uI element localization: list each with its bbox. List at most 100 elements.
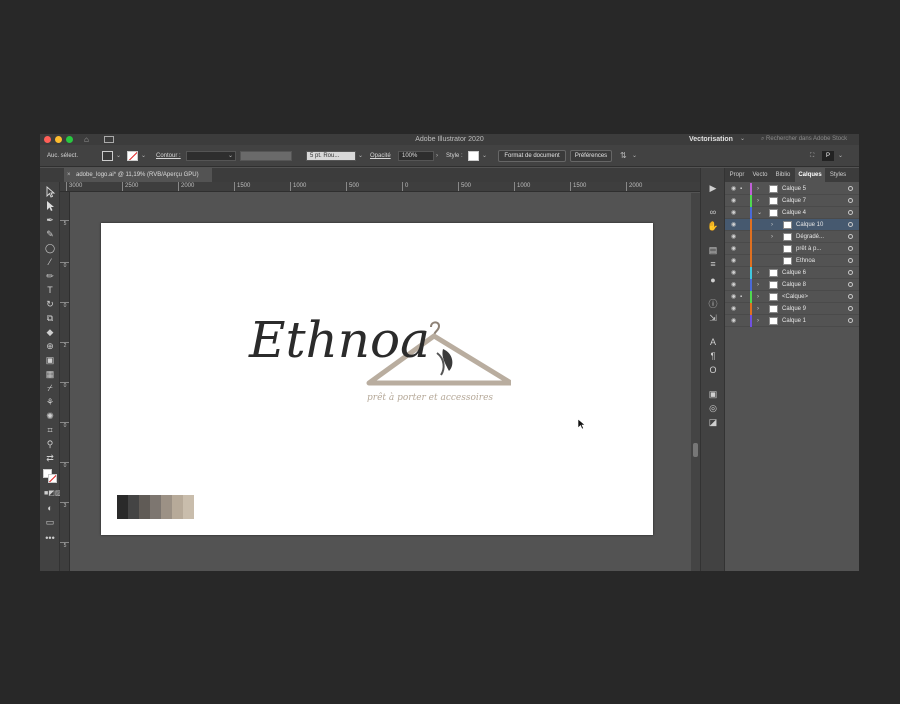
eyedropper-tool-icon[interactable]: ⌿ (44, 382, 56, 394)
brush-definition-field[interactable]: 5 pt. Rou... (306, 151, 356, 161)
visibility-eye-icon[interactable]: ◉ (731, 195, 736, 207)
export-icon[interactable]: ⇲ (707, 312, 719, 324)
stock-search-input[interactable]: ⌕ Rechercher dans Adobe Stock (757, 134, 859, 144)
appearance-icon[interactable]: ◎ (707, 402, 719, 414)
close-icon[interactable]: × (67, 168, 71, 182)
workspace-chevron-icon[interactable]: ⌄ (740, 134, 745, 145)
panel-icon[interactable]: ⛶ (810, 151, 814, 161)
pen-tool-icon[interactable]: ✒ (44, 214, 56, 226)
color-mode-icon[interactable]: ■◩▨ (44, 488, 61, 500)
workspace-switcher[interactable]: Vectorisation (689, 134, 733, 145)
layer-name[interactable]: Calque 4 (782, 207, 806, 219)
type-tool-icon[interactable]: T (44, 284, 56, 296)
target-icon[interactable] (848, 186, 853, 191)
swatches-icon[interactable]: ▤ (707, 244, 719, 256)
target-icon[interactable] (848, 210, 853, 215)
palette-swatch[interactable] (161, 495, 172, 519)
layer-row[interactable]: ◉ ▪ › <Calque> (725, 291, 859, 303)
visibility-eye-icon[interactable]: ◉ (731, 219, 736, 231)
opacity-field[interactable]: 100% (398, 151, 434, 161)
visibility-eye-icon[interactable]: ◉ (731, 315, 736, 327)
visibility-eye-icon[interactable]: ◉ (731, 279, 736, 291)
layer-row[interactable]: ◉ › Calque 10 (725, 219, 859, 231)
layer-name[interactable]: Ethnoa (796, 255, 815, 267)
puppet-warp-icon[interactable]: ✋ (707, 220, 719, 232)
expand-chevron-icon[interactable]: › (757, 183, 759, 195)
target-icon[interactable] (848, 282, 853, 287)
layer-row[interactable]: ◉ › Calque 1 (725, 315, 859, 327)
symbol-sprayer-tool-icon[interactable]: ✺ (44, 410, 56, 422)
transparency-icon[interactable]: ◪ (707, 416, 719, 428)
mesh-tool-icon[interactable]: ▦ (44, 368, 56, 380)
fill-chevron-icon[interactable]: ⌄ (116, 151, 121, 161)
artboard-tool-icon[interactable]: ⌗ (44, 424, 56, 436)
target-icon[interactable] (848, 294, 853, 299)
swap-fill-stroke-icon[interactable]: ⇄ (44, 452, 56, 464)
expand-chevron-icon[interactable]: › (771, 231, 773, 243)
target-icon[interactable] (848, 318, 853, 323)
visibility-eye-icon[interactable]: ◉ (731, 303, 736, 315)
layer-row[interactable]: ◉ › Dégradé... (725, 231, 859, 243)
selection-tool-icon[interactable] (44, 186, 56, 198)
ellipse-tool-icon[interactable]: ◯ (44, 242, 56, 254)
paintbrush-tool-icon[interactable]: ⁄ (44, 256, 56, 268)
tab-styles[interactable]: Styles (825, 168, 851, 182)
logo-wordmark[interactable]: Ethnoa (249, 311, 430, 369)
curvature-tool-icon[interactable]: ✎ (44, 228, 56, 240)
zoom-tool-icon[interactable]: ⚲ (44, 438, 56, 450)
layer-row[interactable]: ◉ › Calque 8 (725, 279, 859, 291)
libraries-icon[interactable]: ▣ (707, 388, 719, 400)
drawing-mode-icon[interactable]: ◐ (44, 502, 56, 514)
brush-chevron-icon[interactable]: ⌄ (358, 151, 363, 161)
document-tab[interactable]: × adobe_logo.ai* @ 11,19% (RVB/Aperçu GP… (64, 168, 212, 182)
canvas[interactable]: Ethnoa prêt à porter et accessoires (71, 193, 692, 571)
visibility-eye-icon[interactable]: ◉ (731, 231, 736, 243)
target-icon[interactable] (848, 270, 853, 275)
character-icon[interactable]: A (707, 336, 719, 348)
target-icon[interactable] (848, 246, 853, 251)
target-icon[interactable] (848, 222, 853, 227)
target-icon[interactable] (848, 234, 853, 239)
layer-name[interactable]: Dégradé... (796, 231, 824, 243)
screen-mode-icon[interactable]: ▭ (44, 516, 56, 528)
expand-chevron-icon[interactable]: › (757, 291, 759, 303)
variable-width-field[interactable] (240, 151, 292, 161)
visibility-eye-icon[interactable]: ◉ (731, 183, 736, 195)
logo-tagline[interactable]: prêt à porter et accessoires (367, 393, 493, 403)
stroke-label[interactable]: Contour : (156, 152, 181, 160)
preferences-button[interactable]: Préférences (570, 150, 612, 162)
palette-swatch[interactable] (117, 495, 128, 519)
rotate-tool-icon[interactable]: ↻ (44, 298, 56, 310)
arrange-chevron-icon[interactable]: ⌄ (632, 151, 637, 161)
blend-tool-icon[interactable]: ⚘ (44, 396, 56, 408)
layer-row[interactable]: ◉ › Calque 6 (725, 267, 859, 279)
layer-row[interactable]: ◉ › Calque 9 (725, 303, 859, 315)
scroll-thumb[interactable] (693, 443, 698, 457)
stroke-chevron-icon[interactable]: ⌄ (141, 151, 146, 161)
lock-icon[interactable]: ▪ (740, 291, 742, 303)
layer-name[interactable]: Calque 7 (782, 195, 806, 207)
layer-name[interactable]: <Calque> (782, 291, 808, 303)
layer-name[interactable]: prêt à p... (796, 243, 821, 255)
target-icon[interactable] (848, 258, 853, 263)
visibility-eye-icon[interactable]: ◉ (731, 267, 736, 279)
palette-swatch[interactable] (150, 495, 161, 519)
opentype-icon[interactable]: O (707, 364, 719, 376)
stroke-color-box[interactable] (48, 474, 57, 483)
style-chevron-icon[interactable]: ⌄ (482, 151, 487, 161)
expand-chevron-icon[interactable]: › (757, 303, 759, 315)
tab-libraries[interactable]: Biblio (771, 168, 795, 182)
direct-selection-tool-icon[interactable] (44, 200, 56, 212)
palette-swatch[interactable] (139, 495, 150, 519)
stroke-swatch[interactable] (127, 151, 138, 161)
expand-chevron-icon[interactable]: › (757, 279, 759, 291)
arrange-icon[interactable]: ⇅ (620, 151, 627, 161)
info-icon[interactable]: ⓘ (707, 298, 719, 310)
visibility-eye-icon[interactable]: ◉ (731, 291, 736, 303)
style-swatch[interactable] (468, 151, 479, 161)
expand-chevron-icon[interactable]: › (757, 267, 759, 279)
tab-vectorize[interactable]: Vecto (749, 168, 771, 182)
opacity-label[interactable]: Opacité (370, 152, 391, 160)
layer-row[interactable]: ◉ › Calque 7 (725, 195, 859, 207)
eraser-tool-icon[interactable]: ◆ (44, 326, 56, 338)
